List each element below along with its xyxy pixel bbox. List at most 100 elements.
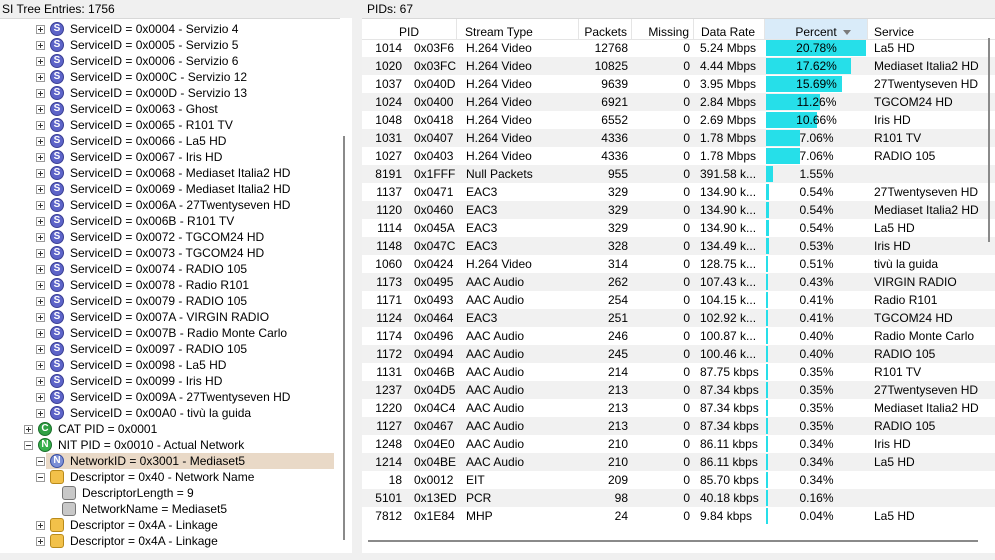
tree-node[interactable]: DescriptorLength = 9 [0,485,334,501]
expand-plus-icon[interactable] [36,41,45,50]
table-row[interactable]: 1014 0x03F6 H.264 Video 12768 0 5.24 Mbps La5 … [362,39,995,57]
expand-plus-icon[interactable] [36,89,45,98]
tree-node[interactable]: Descriptor = 0x4A - Linkage [0,517,334,533]
table-scroll-thumb[interactable] [988,38,990,242]
expand-plus-icon[interactable] [36,73,45,82]
expand-plus-icon[interactable] [36,249,45,258]
tree-node[interactable]: Descriptor = 0x4A - Linkage [0,533,334,549]
table-row[interactable]: 1124 0x0464 EAC3 251 0 102.92 k... TGCOM24 HD 0… [362,309,995,327]
tree-node[interactable]: S ServiceID = 0x0069 - Mediaset Italia2 H… [0,181,334,197]
column-header-percent[interactable]: Percent [765,19,868,39]
table-row[interactable]: 1120 0x0460 EAC3 329 0 134.90 k... Mediaset It… [362,201,995,219]
expand-plus-icon[interactable] [36,105,45,114]
column-header-data-rate[interactable]: Data Rate [694,19,765,39]
table-row[interactable]: 1220 0x04C4 AAC Audio 213 0 87.34 kbps Mediase… [362,399,995,417]
expand-plus-icon[interactable] [36,281,45,290]
table-row[interactable]: 1024 0x0400 H.264 Video 6921 0 2.84 Mbps TGCOM… [362,93,995,111]
tree-node[interactable]: S ServiceID = 0x0067 - Iris HD [0,149,334,165]
tree-node[interactable]: S ServiceID = 0x0063 - Ghost [0,101,334,117]
tree-node[interactable]: S ServiceID = 0x006B - R101 TV [0,213,334,229]
expand-plus-icon[interactable] [36,185,45,194]
table-row[interactable]: 1031 0x0407 H.264 Video 4336 0 1.78 Mbps R101 … [362,129,995,147]
table-horizontal-scroll-thumb[interactable] [368,540,978,542]
collapse-minus-icon[interactable] [36,473,45,482]
tree-node[interactable]: S ServiceID = 0x0006 - Servizio 6 [0,53,334,69]
expand-plus-icon[interactable] [36,313,45,322]
table-row[interactable]: 1060 0x0424 H.264 Video 314 0 128.75 k... tivù… [362,255,995,273]
expand-plus-icon[interactable] [36,361,45,370]
tree-scroll-thumb[interactable] [343,136,345,540]
table-row[interactable]: 1137 0x0471 EAC3 329 0 134.90 k... 27Twentysev… [362,183,995,201]
tree-node[interactable]: S ServiceID = 0x0005 - Servizio 5 [0,37,334,53]
tree-node[interactable]: S ServiceID = 0x0097 - RADIO 105 [0,341,334,357]
expand-plus-icon[interactable] [36,297,45,306]
expand-plus-icon[interactable] [36,57,45,66]
table-row[interactable]: 8191 0x1FFF Null Packets 955 0 391.58 k... 1.5… [362,165,995,183]
tree-node[interactable]: S ServiceID = 0x000D - Servizio 13 [0,85,334,101]
collapse-minus-icon[interactable] [24,441,33,450]
tree-node[interactable]: S ServiceID = 0x0099 - Iris HD [0,373,334,389]
expand-plus-icon[interactable] [36,329,45,338]
expand-plus-icon[interactable] [36,409,45,418]
tree-node[interactable]: S ServiceID = 0x0065 - R101 TV [0,117,334,133]
tree-node[interactable]: S ServiceID = 0x0074 - RADIO 105 [0,261,334,277]
table-row[interactable]: 1214 0x04BE AAC Audio 210 0 86.11 kbps La5 HD 0… [362,453,995,471]
tree-node[interactable]: S ServiceID = 0x007A - VIRGIN RADIO [0,309,334,325]
table-row[interactable]: 1027 0x0403 H.264 Video 4336 0 1.78 Mbps RADIO… [362,147,995,165]
pid-table[interactable]: PID Stream Type Packets Missing Data Rat… [362,18,995,553]
tree-node[interactable]: C CAT PID = 0x0001 [0,421,334,437]
tree-node[interactable]: N NetworkID = 0x3001 - Mediaset5 [36,453,334,469]
table-row[interactable]: 1171 0x0493 AAC Audio 254 0 104.15 k... Radio … [362,291,995,309]
tree-node[interactable]: S ServiceID = 0x000C - Servizio 12 [0,69,334,85]
tree-node[interactable]: S ServiceID = 0x0078 - Radio R101 [0,277,334,293]
expand-plus-icon[interactable] [36,169,45,178]
expand-plus-icon[interactable] [36,233,45,242]
table-row[interactable]: 7812 0x1E84 MHP 24 0 9.84 kbps La5 HD 0.04% [362,507,995,525]
tree-node[interactable]: Descriptor = 0x40 - Network Name [0,469,334,485]
table-row[interactable]: 1020 0x03FC H.264 Video 10825 0 4.44 Mbps Medi… [362,57,995,75]
table-row[interactable]: 1248 0x04E0 AAC Audio 210 0 86.11 kbps Iris HD… [362,435,995,453]
column-header-pid[interactable]: PID [362,19,457,39]
expand-plus-icon[interactable] [36,537,45,546]
tree-node[interactable]: S ServiceID = 0x007B - Radio Monte Carlo [0,325,334,341]
expand-plus-icon[interactable] [36,345,45,354]
tree-node[interactable]: S ServiceID = 0x0072 - TGCOM24 HD [0,229,334,245]
table-row[interactable]: 1173 0x0495 AAC Audio 262 0 107.43 k... VIRGIN… [362,273,995,291]
tree-vertical-scrollbar[interactable] [340,18,352,552]
expand-plus-icon[interactable] [36,521,45,530]
collapse-minus-icon[interactable] [36,457,45,466]
table-row[interactable]: 1237 0x04D5 AAC Audio 213 0 87.34 kbps 27Twent… [362,381,995,399]
expand-plus-icon[interactable] [36,377,45,386]
tree-node[interactable]: S ServiceID = 0x00A0 - tivù la guida [0,405,334,421]
tree-node[interactable]: S ServiceID = 0x0066 - La5 HD [0,133,334,149]
column-header-service[interactable]: Service [868,19,995,39]
si-tree[interactable]: S ServiceID = 0x0004 - Servizio 4 S Service… [0,18,352,553]
tree-node[interactable]: NetworkName = Mediaset5 [0,501,334,517]
table-row[interactable]: 1114 0x045A EAC3 329 0 134.90 k... La5 HD 0.54% [362,219,995,237]
expand-plus-icon[interactable] [36,393,45,402]
table-row[interactable]: 1048 0x0418 H.264 Video 6552 0 2.69 Mbps Iris … [362,111,995,129]
table-row[interactable]: 1037 0x040D H.264 Video 9639 0 3.95 Mbps 27Twe… [362,75,995,93]
expand-plus-icon[interactable] [24,425,33,434]
column-header-packets[interactable]: Packets [579,19,632,39]
tree-node[interactable]: S ServiceID = 0x006A - 27Twentyseven HD [0,197,334,213]
table-row[interactable]: 18 0x0012 EIT 209 0 85.70 kbps 0.34% [362,471,995,489]
expand-plus-icon[interactable] [36,137,45,146]
expand-plus-icon[interactable] [36,121,45,130]
table-row[interactable]: 1131 0x046B AAC Audio 214 0 87.75 kbps R101 TV… [362,363,995,381]
column-header-stream-type[interactable]: Stream Type [457,19,579,39]
column-header-missing[interactable]: Missing [632,19,694,39]
tree-node[interactable]: S ServiceID = 0x0079 - RADIO 105 [0,293,334,309]
tree-node[interactable]: S ServiceID = 0x0073 - TGCOM24 HD [0,245,334,261]
table-row[interactable]: 1174 0x0496 AAC Audio 246 0 100.87 k... Radio … [362,327,995,345]
table-row[interactable]: 1172 0x0494 AAC Audio 245 0 100.46 k... RADIO … [362,345,995,363]
tree-node[interactable]: N NIT PID = 0x0010 - Actual Network [0,437,334,453]
table-row[interactable]: 1148 0x047C EAC3 328 0 134.49 k... Iris HD 0.53… [362,237,995,255]
tree-node[interactable]: S ServiceID = 0x0004 - Servizio 4 [0,21,334,37]
expand-plus-icon[interactable] [36,153,45,162]
expand-plus-icon[interactable] [36,217,45,226]
tree-node[interactable]: S ServiceID = 0x009A - 27Twentyseven HD [0,389,334,405]
expand-plus-icon[interactable] [36,25,45,34]
expand-plus-icon[interactable] [36,265,45,274]
table-row[interactable]: 1127 0x0467 AAC Audio 213 0 87.34 kbps RADIO 1… [362,417,995,435]
